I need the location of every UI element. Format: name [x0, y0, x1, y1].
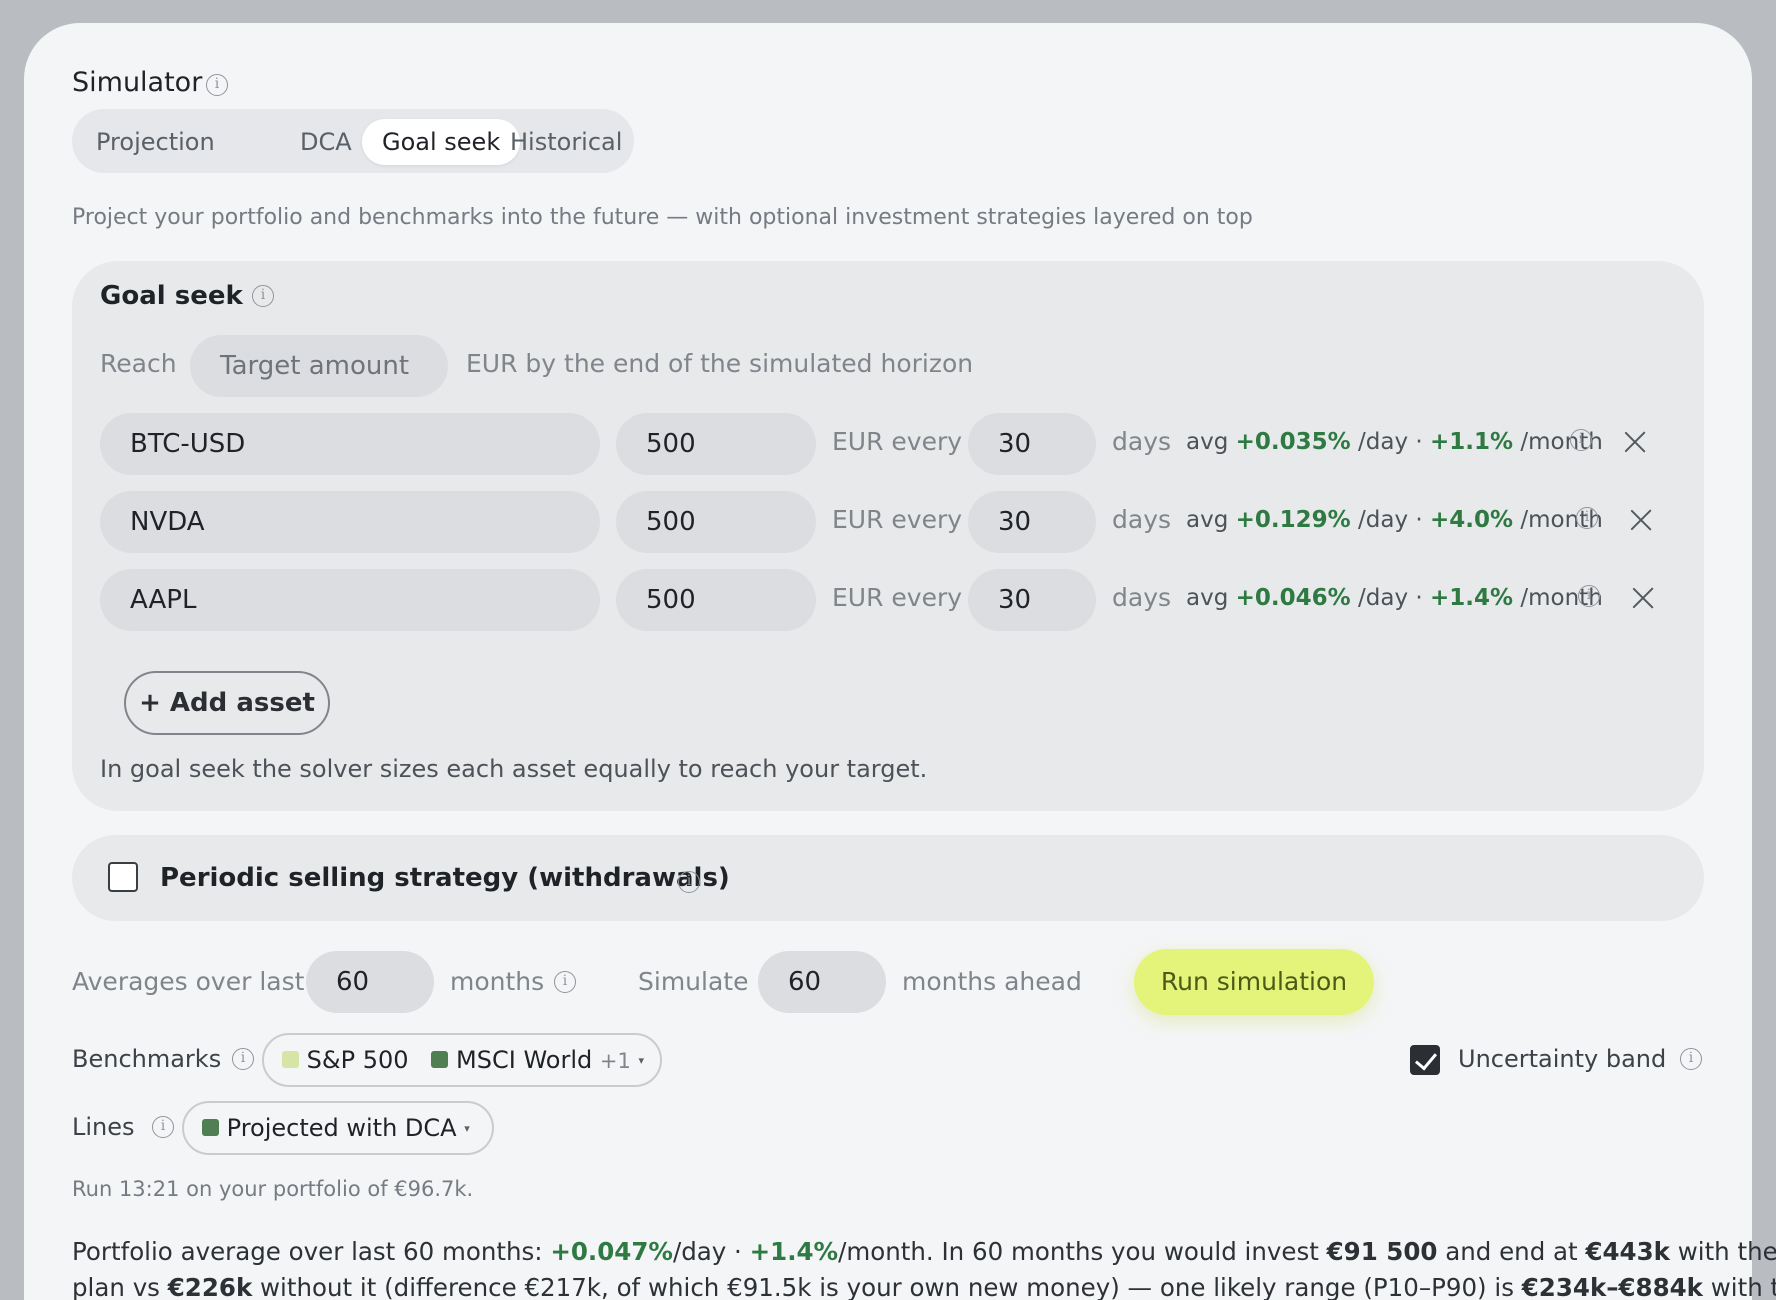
info-icon[interactable]: i — [1576, 507, 1598, 529]
summary-line-2: plan vs €226k without it (difference €21… — [72, 1273, 1776, 1300]
asset-days-input[interactable]: 30 — [968, 413, 1096, 475]
simulate-label: Simulate — [638, 967, 749, 996]
simulate-unit: months ahead — [902, 967, 1082, 996]
averages-unit: months — [450, 967, 545, 996]
remove-asset-icon[interactable] — [1628, 507, 1654, 533]
info-icon[interactable]: i — [554, 971, 576, 993]
asset-average-stat: avg +0.046% /day · +1.4% /month — [1186, 585, 1603, 611]
tab-historical[interactable]: Historical — [490, 119, 642, 165]
info-icon[interactable]: i — [232, 1048, 254, 1070]
uncertainty-band-checkbox[interactable] — [1410, 1045, 1440, 1075]
benchmark-chip-sp500: S&P 500 — [306, 1046, 409, 1074]
tab-projection[interactable]: Projection — [76, 119, 235, 165]
add-asset-button[interactable]: + Add asset — [124, 671, 330, 735]
asset-amount-input[interactable]: 500 — [616, 413, 816, 475]
info-icon[interactable]: i — [252, 285, 274, 307]
averages-label: Averages over last — [72, 967, 305, 996]
info-icon[interactable]: i — [206, 74, 228, 96]
run-simulation-button[interactable]: Run simulation — [1134, 949, 1374, 1015]
remove-asset-icon[interactable] — [1622, 429, 1648, 455]
averages-months-input[interactable]: 60 — [306, 951, 434, 1013]
reach-label: Reach — [100, 349, 177, 378]
info-icon[interactable]: i — [678, 871, 700, 893]
every-label: EUR every — [832, 427, 963, 456]
asset-amount-input[interactable]: 500 — [616, 491, 816, 553]
benchmarks-select[interactable]: S&P 500 MSCI World +1 ▾ — [262, 1033, 662, 1087]
target-suffix: EUR by the end of the simulated horizon — [466, 349, 974, 378]
info-icon[interactable]: i — [152, 1116, 174, 1138]
target-amount-input[interactable]: Target amount — [190, 335, 448, 397]
summary-line-1: Portfolio average over last 60 months: +… — [72, 1237, 1776, 1266]
benchmark-chip-msci-world: MSCI World — [456, 1046, 593, 1074]
info-icon[interactable]: i — [1680, 1048, 1702, 1070]
asset-ticker-input[interactable]: NVDA — [100, 491, 600, 553]
line-chip-projected-dca: Projected with DCA — [226, 1114, 457, 1142]
days-label: days — [1112, 505, 1172, 534]
asset-ticker-input[interactable]: BTC-USD — [100, 413, 600, 475]
info-icon[interactable]: i — [1578, 585, 1600, 607]
page-description: Project your portfolio and benchmarks in… — [72, 205, 1253, 230]
lines-select[interactable]: Projected with DCA ▾ — [182, 1101, 494, 1155]
chevron-down-icon: ▾ — [464, 1122, 470, 1135]
info-icon[interactable]: i — [1570, 429, 1592, 451]
tab-dca[interactable]: DCA — [280, 119, 372, 165]
every-label: EUR every — [832, 583, 963, 612]
page-title: Simulator — [72, 67, 203, 98]
remove-asset-icon[interactable] — [1630, 585, 1656, 611]
benchmark-swatch — [282, 1050, 299, 1068]
line-swatch — [202, 1118, 219, 1136]
chevron-down-icon: ▾ — [638, 1054, 644, 1067]
days-label: days — [1112, 583, 1172, 612]
simulator-card: Simulator i Projection DCA Goal seek His… — [24, 23, 1776, 1300]
days-label: days — [1112, 427, 1172, 456]
lines-label: Lines — [72, 1113, 135, 1141]
benchmark-swatch — [431, 1050, 449, 1068]
simulate-months-input[interactable]: 60 — [758, 951, 886, 1013]
uncertainty-band-label: Uncertainty band — [1458, 1045, 1667, 1073]
benchmark-more-count: +1 — [599, 1049, 631, 1073]
every-label: EUR every — [832, 505, 963, 534]
goal-seek-note: In goal seek the solver sizes each asset… — [100, 755, 928, 783]
run-info: Run 13:21 on your portfolio of €96.7k. — [72, 1177, 474, 1201]
asset-average-stat: avg +0.129% /day · +4.0% /month — [1186, 507, 1603, 533]
tab-bar: Projection DCA Goal seek Historical — [72, 109, 634, 173]
asset-amount-input[interactable]: 500 — [616, 569, 816, 631]
goal-seek-heading: Goal seek — [100, 281, 243, 311]
benchmarks-label: Benchmarks — [72, 1045, 222, 1073]
asset-days-input[interactable]: 30 — [968, 569, 1096, 631]
asset-days-input[interactable]: 30 — [968, 491, 1096, 553]
asset-average-stat: avg +0.035% /day · +1.1% /month — [1186, 429, 1603, 455]
withdrawals-label: Periodic selling strategy (withdrawals) — [160, 863, 730, 893]
withdrawals-checkbox[interactable] — [108, 862, 138, 892]
asset-ticker-input[interactable]: AAPL — [100, 569, 600, 631]
